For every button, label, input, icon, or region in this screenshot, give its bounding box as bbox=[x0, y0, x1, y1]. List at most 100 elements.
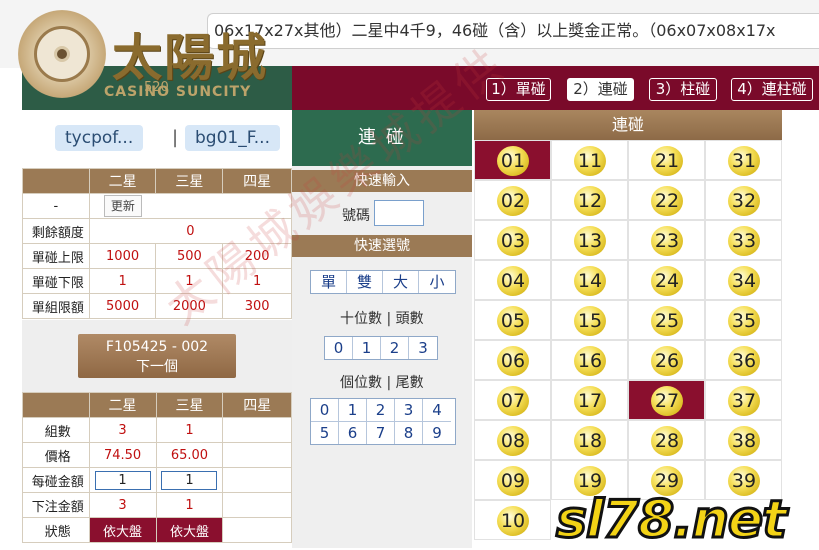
tens-2-button[interactable]: 2 bbox=[381, 337, 409, 359]
amount-per-touch-3star-input[interactable]: 1 bbox=[161, 470, 218, 490]
number-cell-12[interactable]: 12 bbox=[551, 180, 628, 220]
number-ball-08: 08 bbox=[497, 426, 529, 456]
tens-0-button[interactable]: 0 bbox=[325, 337, 353, 359]
number-cell-15[interactable]: 15 bbox=[551, 300, 628, 340]
number-cell-26[interactable]: 26 bbox=[628, 340, 705, 380]
next-label: 下一個 bbox=[136, 359, 178, 375]
units-5-button[interactable]: 5 bbox=[311, 422, 339, 444]
number-cell-02[interactable]: 02 bbox=[474, 180, 551, 220]
number-cell-24[interactable]: 24 bbox=[628, 260, 705, 300]
number-ball-37: 37 bbox=[728, 386, 760, 416]
number-cell-28[interactable]: 28 bbox=[628, 420, 705, 460]
code-input[interactable] bbox=[374, 200, 424, 226]
number-cell-37[interactable]: 37 bbox=[705, 380, 782, 420]
tens-label: 十位數 | 頭數 bbox=[340, 311, 424, 327]
number-cell-07[interactable]: 07 bbox=[474, 380, 551, 420]
max-per-touch-label: 單碰上限 bbox=[22, 243, 90, 269]
limits-header-4star: 四星 bbox=[222, 168, 292, 194]
units-6-button[interactable]: 6 bbox=[339, 422, 367, 444]
even-button[interactable]: 雙 bbox=[347, 271, 383, 293]
big-button[interactable]: 大 bbox=[383, 271, 419, 293]
number-cell-18[interactable]: 18 bbox=[551, 420, 628, 460]
game-account[interactable]: bg01_F... bbox=[185, 125, 280, 151]
number-cell-27[interactable]: 27 bbox=[628, 380, 705, 420]
tens-3-button[interactable]: 3 bbox=[409, 337, 437, 359]
small-button[interactable]: 小 bbox=[419, 271, 455, 293]
number-cell-23[interactable]: 23 bbox=[628, 220, 705, 260]
number-cell-14[interactable]: 14 bbox=[551, 260, 628, 300]
number-cell-36[interactable]: 36 bbox=[705, 340, 782, 380]
number-cell-32[interactable]: 32 bbox=[705, 180, 782, 220]
number-cell-25[interactable]: 25 bbox=[628, 300, 705, 340]
number-cell-08[interactable]: 08 bbox=[474, 420, 551, 460]
remaining-quota-label: 剩餘額度 bbox=[22, 218, 90, 244]
tab-single-touch[interactable]: 1）單碰 bbox=[486, 78, 551, 101]
number-cell-01[interactable]: 01 bbox=[474, 140, 551, 180]
logo-title: 太陽城 bbox=[112, 28, 268, 87]
units-2-button[interactable]: 2 bbox=[367, 399, 395, 422]
units-4-button[interactable]: 4 bbox=[423, 399, 451, 422]
number-cell-21[interactable]: 21 bbox=[628, 140, 705, 180]
tab-continuous-column-touch[interactable]: 4）連柱碰 bbox=[731, 78, 813, 101]
tab-column-touch[interactable]: 3）柱碰 bbox=[649, 78, 717, 101]
units-8-button[interactable]: 8 bbox=[395, 422, 423, 444]
number-ball-09: 09 bbox=[497, 466, 529, 496]
max-per-touch-3star: 500 bbox=[155, 243, 224, 269]
number-cell-03[interactable]: 03 bbox=[474, 220, 551, 260]
ticket-area: F105425 - 002 下一個 bbox=[22, 320, 292, 392]
group-count-3star: 1 bbox=[155, 417, 224, 443]
account-separator: | bbox=[172, 127, 179, 148]
number-cell-17[interactable]: 17 bbox=[551, 380, 628, 420]
number-ball-13: 13 bbox=[574, 226, 606, 256]
number-cell-13[interactable]: 13 bbox=[551, 220, 628, 260]
number-ball-27: 27 bbox=[651, 386, 683, 416]
number-cell-06[interactable]: 06 bbox=[474, 340, 551, 380]
amount-per-touch-2star-input[interactable]: 1 bbox=[94, 470, 151, 490]
refresh-button[interactable]: 更新 bbox=[103, 195, 142, 217]
units-9-button[interactable]: 9 bbox=[423, 422, 451, 444]
number-cell-22[interactable]: 22 bbox=[628, 180, 705, 220]
odd-button[interactable]: 單 bbox=[311, 271, 347, 293]
number-cell-05[interactable]: 05 bbox=[474, 300, 551, 340]
status-3star: 依大盤 bbox=[155, 517, 224, 543]
order-header-2star: 二星 bbox=[88, 392, 157, 418]
number-cell-34[interactable]: 34 bbox=[705, 260, 782, 300]
number-cell-33[interactable]: 33 bbox=[705, 220, 782, 260]
number-cell-31[interactable]: 31 bbox=[705, 140, 782, 180]
number-cell-16[interactable]: 16 bbox=[551, 340, 628, 380]
limits-header-3star: 三星 bbox=[155, 168, 224, 194]
number-cell-11[interactable]: 11 bbox=[551, 140, 628, 180]
user-account[interactable]: tycpof... bbox=[55, 125, 144, 151]
number-ball-17: 17 bbox=[574, 386, 606, 416]
number-ball-26: 26 bbox=[651, 346, 683, 376]
amount-per-touch-label: 每碰金額 bbox=[22, 467, 90, 493]
units-1-button[interactable]: 1 bbox=[339, 399, 367, 422]
board-side-space bbox=[782, 110, 819, 548]
units-3-button[interactable]: 3 bbox=[395, 399, 423, 422]
status-4star bbox=[222, 517, 292, 543]
next-ticket-button[interactable]: F105425 - 002 下一個 bbox=[78, 334, 236, 378]
remaining-quota-value: 0 bbox=[88, 218, 293, 244]
number-ball-03: 03 bbox=[497, 226, 529, 256]
number-ball-14: 14 bbox=[574, 266, 606, 296]
units-0-button[interactable]: 0 bbox=[311, 399, 339, 422]
units-7-button[interactable]: 7 bbox=[367, 422, 395, 444]
number-cell-10[interactable]: 10 bbox=[474, 500, 551, 540]
bet-amount-2star: 3 bbox=[88, 492, 157, 518]
tens-1-button[interactable]: 1 bbox=[353, 337, 381, 359]
number-ball-31: 31 bbox=[728, 146, 760, 176]
tab-continuous-touch[interactable]: 2）連碰 bbox=[567, 78, 634, 101]
number-ball-22: 22 bbox=[651, 186, 683, 216]
number-cell-35[interactable]: 35 bbox=[705, 300, 782, 340]
number-cell-09[interactable]: 09 bbox=[474, 460, 551, 500]
number-cell-04[interactable]: 04 bbox=[474, 260, 551, 300]
account-row: tycpof... | bg01_F... bbox=[22, 110, 292, 168]
number-cell-38[interactable]: 38 bbox=[705, 420, 782, 460]
number-ball-38: 38 bbox=[728, 426, 760, 456]
number-ball-10: 10 bbox=[497, 506, 529, 536]
number-ball-35: 35 bbox=[728, 306, 760, 336]
number-ball-07: 07 bbox=[497, 386, 529, 416]
site-watermark: sl78.net bbox=[554, 490, 788, 550]
panel-title: 連 碰 bbox=[292, 110, 472, 166]
order-table: 二星 三星 四星 組數 3 1 價格 74.50 65.00 每碰金額 1 1 … bbox=[22, 392, 292, 543]
